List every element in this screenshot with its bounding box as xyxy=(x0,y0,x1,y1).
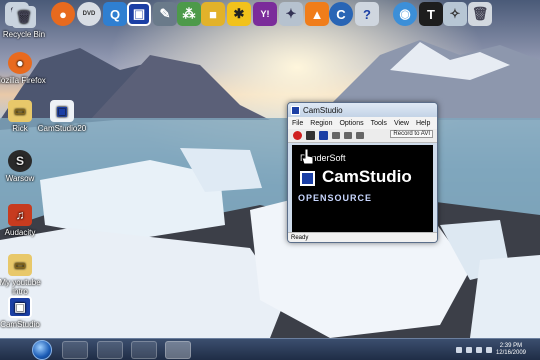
yahoo-icon[interactable]: Y! xyxy=(253,2,277,26)
clock-time: 2:39 PM xyxy=(499,343,523,349)
desktop-icon-audacity[interactable]: ♫ Audacity xyxy=(0,204,46,237)
tray-volume-icon[interactable] xyxy=(485,347,492,353)
camstudio-quick-icon[interactable]: ▣ xyxy=(127,2,151,26)
options-button[interactable] xyxy=(356,132,364,139)
record-to-avi-button[interactable]: Record to AVI xyxy=(390,130,433,138)
menu-tools[interactable]: Tools xyxy=(371,120,387,127)
q-app-icon[interactable]: Q xyxy=(103,2,127,26)
audacity-icon: ♫ xyxy=(8,204,32,226)
tray-network-icon[interactable] xyxy=(475,347,482,353)
menu-options[interactable]: Options xyxy=(339,120,363,127)
quick-launch-bar: 🗑 ● DVD Q ▣ ✎ ⁂ ■ ✱ Y! ✦ ▲ C ? ◉ T ✧ 🗑 xyxy=(0,0,540,30)
menu-view[interactable]: View xyxy=(394,120,409,127)
taskbar-media-player[interactable] xyxy=(97,341,123,359)
running-man-icon[interactable]: ✱ xyxy=(227,2,251,26)
desktop-icon-camstudio20[interactable]: ▣ CamStudio20 xyxy=(36,100,88,133)
desktop-icon-youtube-intro[interactable]: ▭ My youtube intro xyxy=(0,254,46,296)
window-title: CamStudio xyxy=(303,105,343,115)
desktop-icon-label: CamStudio xyxy=(0,320,40,329)
taskbar-camstudio[interactable] xyxy=(165,341,191,359)
desktop-icon-recycle-bin[interactable]: 🗑 Recycle Bin xyxy=(0,6,50,39)
desktop-icon-label: CamStudio20 xyxy=(37,124,87,133)
desktop-icon-label: My youtube intro xyxy=(0,278,41,296)
warsow-icon: S xyxy=(8,150,32,172)
vlc-icon[interactable]: ▲ xyxy=(305,2,329,26)
desktop-icon-label: Audacity xyxy=(4,228,36,237)
blocks-icon[interactable]: ■ xyxy=(201,2,225,26)
tray-flag-icon[interactable] xyxy=(465,347,472,353)
taskbar-folder[interactable] xyxy=(131,341,157,359)
annotation-button[interactable] xyxy=(344,132,352,139)
camstudio-logo-icon xyxy=(300,171,315,186)
splash-tag: OPENSOURCE xyxy=(298,193,373,203)
record-button[interactable] xyxy=(293,131,302,140)
menu-file[interactable]: File xyxy=(292,120,303,127)
tshirt-icon[interactable]: T xyxy=(419,2,443,26)
network-icon[interactable]: ⁂ xyxy=(177,2,201,26)
firefox-icon[interactable]: ● xyxy=(51,2,75,26)
folder-icon: ▭ xyxy=(8,254,32,276)
region-button[interactable] xyxy=(332,132,340,139)
menu-help[interactable]: Help xyxy=(416,120,430,127)
window-titlebar[interactable]: CamStudio xyxy=(288,103,437,117)
desktop-icon-label: Mozilla Firefox xyxy=(0,76,46,85)
desktop-icon-label: Warsow xyxy=(5,174,35,183)
camstudio-icon: ▣ xyxy=(8,296,32,318)
dvd-icon[interactable]: DVD xyxy=(77,2,101,26)
desktop-icon-warsow[interactable]: S Warsow xyxy=(0,150,46,183)
ccleaner-icon[interactable]: C xyxy=(329,2,353,26)
camstudio-app-icon xyxy=(291,105,300,115)
splash-product: CamStudio xyxy=(322,167,412,186)
desktop: 🗑 ● DVD Q ▣ ✎ ⁂ ■ ✱ Y! ✦ ▲ C ? ◉ T ✧ 🗑 🗑… xyxy=(0,0,540,338)
wallpaper xyxy=(0,0,540,338)
folder-icon: ▭ xyxy=(8,100,32,122)
camstudio-window[interactable]: CamStudio File Region Options Tools View… xyxy=(287,102,438,243)
tray-up-arrow-icon[interactable] xyxy=(455,347,462,353)
menu-region[interactable]: Region xyxy=(310,120,332,127)
recycle-bin-icon: 🗑 xyxy=(12,6,36,28)
menu-bar: File Region Options Tools View Help xyxy=(288,117,437,129)
system-tray: 2:39 PM 12/16/2009 xyxy=(455,339,540,360)
clock[interactable]: 2:39 PM 12/16/2009 xyxy=(496,343,526,357)
desktop-icon-firefox[interactable]: ● Mozilla Firefox xyxy=(0,52,46,85)
magic-wand-icon[interactable]: ✧ xyxy=(443,2,467,26)
photoshop-icon[interactable]: ✦ xyxy=(279,2,303,26)
start-button[interactable] xyxy=(32,340,52,360)
firefox-icon: ● xyxy=(8,52,32,74)
pause-button[interactable] xyxy=(306,131,315,140)
stop-button[interactable] xyxy=(319,131,328,140)
taskbar-explorer[interactable] xyxy=(62,341,88,359)
camstudio-file-icon: ▣ xyxy=(50,100,74,122)
pencil-icon[interactable]: ✎ xyxy=(153,2,177,26)
help-icon[interactable]: ? xyxy=(355,2,379,26)
clock-date: 12/16/2009 xyxy=(495,350,526,356)
globe-icon[interactable]: ◉ xyxy=(393,2,417,26)
desktop-icon-label: Recycle Bin xyxy=(2,30,46,39)
taskbar: 2:39 PM 12/16/2009 xyxy=(0,338,540,360)
hand-cursor-icon xyxy=(301,148,314,165)
status-bar: Ready xyxy=(288,232,437,242)
trash-icon[interactable]: 🗑 xyxy=(468,2,492,26)
desktop-icon-camstudio[interactable]: ▣ CamStudio xyxy=(0,296,46,329)
